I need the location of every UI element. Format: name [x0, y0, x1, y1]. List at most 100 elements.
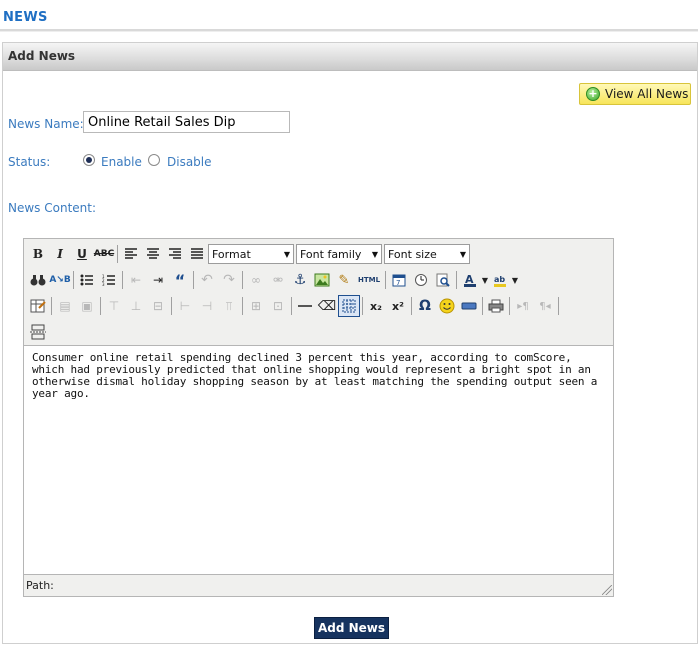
find-icon[interactable]	[27, 269, 49, 291]
image-icon[interactable]	[311, 269, 333, 291]
insert-table-icon[interactable]	[27, 295, 49, 317]
bullet-list-icon[interactable]	[76, 269, 98, 291]
status-label: Status:	[8, 155, 51, 169]
chevron-down-icon[interactable]: ▼	[511, 269, 519, 291]
news-name-label: News Name:	[8, 117, 84, 131]
undo-icon[interactable]: ↶	[196, 269, 218, 291]
align-justify-icon[interactable]	[186, 243, 208, 265]
insert-row-before-icon[interactable]: ⊤	[103, 295, 125, 317]
plus-circle-icon: +	[586, 87, 600, 101]
toolbar-separator	[558, 297, 559, 315]
strikethrough-icon[interactable]: ABC	[93, 243, 115, 265]
insert-time-icon[interactable]	[410, 269, 432, 291]
chevron-down-icon: ▼	[371, 249, 379, 259]
eraser-icon[interactable]: ⌫	[316, 295, 338, 317]
table-cell-props-icon[interactable]: ▣	[76, 295, 98, 317]
toolbar-separator	[411, 297, 412, 315]
title-divider	[0, 29, 698, 32]
background-color-icon[interactable]: ab	[489, 269, 511, 291]
insert-media-icon[interactable]	[458, 295, 480, 317]
replace-icon[interactable]: A↘B	[49, 269, 71, 291]
redo-icon[interactable]: ↷	[218, 269, 240, 291]
preview-icon[interactable]	[432, 269, 454, 291]
add-news-button[interactable]: Add News	[314, 617, 389, 639]
insert-col-after-icon[interactable]: ⊣	[196, 295, 218, 317]
font-size-select[interactable]: Font size ▼	[384, 244, 470, 264]
news-name-input[interactable]	[83, 111, 290, 133]
toolbar-separator	[242, 297, 243, 315]
print-icon[interactable]	[485, 295, 507, 317]
bold-icon[interactable]: B	[27, 243, 49, 265]
outdent-icon[interactable]: ⇤	[125, 269, 147, 291]
add-news-panel: Add News + View All News News Name: Stat…	[2, 42, 698, 644]
status-disable-radio[interactable]	[148, 154, 160, 166]
toolbar-separator	[122, 271, 123, 289]
html-source-icon[interactable]: HTML	[355, 269, 383, 291]
toolbar-separator	[51, 297, 52, 315]
page-break-icon[interactable]	[27, 321, 49, 343]
font-family-select[interactable]: Font family ▼	[296, 244, 382, 264]
toolbar-separator	[242, 271, 243, 289]
chevron-down-icon[interactable]: ▼	[481, 269, 489, 291]
insert-date-icon[interactable]: 7	[388, 269, 410, 291]
underline-icon[interactable]: U	[71, 243, 93, 265]
toolbar-separator	[193, 271, 194, 289]
superscript-icon[interactable]: x²	[387, 295, 409, 317]
blockquote-icon[interactable]: “	[169, 269, 191, 291]
format-select-value: Format	[212, 247, 251, 261]
table-row-props-icon[interactable]: ▤	[54, 295, 76, 317]
toolbar-separator	[117, 245, 118, 263]
insert-row-after-icon[interactable]: ⊥	[125, 295, 147, 317]
delete-row-icon[interactable]: ⊟	[147, 295, 169, 317]
subscript-icon[interactable]: x₂	[365, 295, 387, 317]
emoticon-icon[interactable]	[436, 295, 458, 317]
news-content-label: News Content:	[8, 201, 97, 215]
format-select[interactable]: Format ▼	[208, 244, 294, 264]
numbered-list-icon[interactable]: 123	[98, 269, 120, 291]
toolbar-separator	[482, 297, 483, 315]
toolbar-separator	[509, 297, 510, 315]
special-char-icon[interactable]: Ω	[414, 295, 436, 317]
link-icon[interactable]: ∞	[245, 269, 267, 291]
italic-icon[interactable]: I	[49, 243, 71, 265]
svg-text:7: 7	[396, 279, 400, 287]
chevron-down-icon: ▼	[459, 249, 467, 259]
insert-col-before-icon[interactable]: ⊢	[174, 295, 196, 317]
view-all-news-button[interactable]: + View All News	[579, 83, 691, 105]
status-enable-radio[interactable]	[83, 154, 95, 166]
page-title: NEWS	[3, 10, 48, 25]
rtl-icon[interactable]: ¶◂	[534, 295, 556, 317]
delete-col-icon[interactable]: ⫪	[218, 295, 240, 317]
toolbar-separator	[291, 297, 292, 315]
split-cells-icon[interactable]: ⊞	[245, 295, 267, 317]
toolbar-separator	[100, 297, 101, 315]
editor-toolbar-row-4	[27, 320, 49, 344]
visual-aid-icon[interactable]	[338, 295, 360, 317]
toolbar-separator	[171, 297, 172, 315]
editor-toolbar-row-1: B I U ABC Format ▼ Font family ▼ Font si…	[27, 242, 472, 266]
merge-cells-icon[interactable]: ⊡	[267, 295, 289, 317]
font-size-select-value: Font size	[388, 247, 437, 261]
toolbar-separator	[456, 271, 457, 289]
anchor-icon[interactable]: ⚓	[289, 269, 311, 291]
ltr-icon[interactable]: ▸¶	[512, 295, 534, 317]
horizontal-rule-icon[interactable]	[294, 295, 316, 317]
status-enable-label[interactable]: Enable	[101, 155, 142, 169]
svg-text:ab: ab	[494, 275, 505, 284]
toolbar-separator	[362, 297, 363, 315]
text-color-icon[interactable]: A	[459, 269, 481, 291]
toolbar-separator	[73, 271, 74, 289]
indent-icon[interactable]: ⇥	[147, 269, 169, 291]
font-family-select-value: Font family	[300, 247, 362, 261]
align-center-icon[interactable]	[142, 243, 164, 265]
align-right-icon[interactable]	[164, 243, 186, 265]
editor-content-area[interactable]: Consumer online retail spending declined…	[24, 345, 613, 575]
status-disable-label[interactable]: Disable	[167, 155, 212, 169]
view-all-news-label: View All News	[605, 87, 689, 101]
cleanup-brush-icon[interactable]: ✎	[333, 269, 355, 291]
resize-handle-icon[interactable]	[602, 585, 612, 595]
chevron-down-icon: ▼	[283, 249, 291, 259]
unlink-icon[interactable]: ⚮	[267, 269, 289, 291]
svg-text:3: 3	[102, 282, 105, 286]
align-left-icon[interactable]	[120, 243, 142, 265]
